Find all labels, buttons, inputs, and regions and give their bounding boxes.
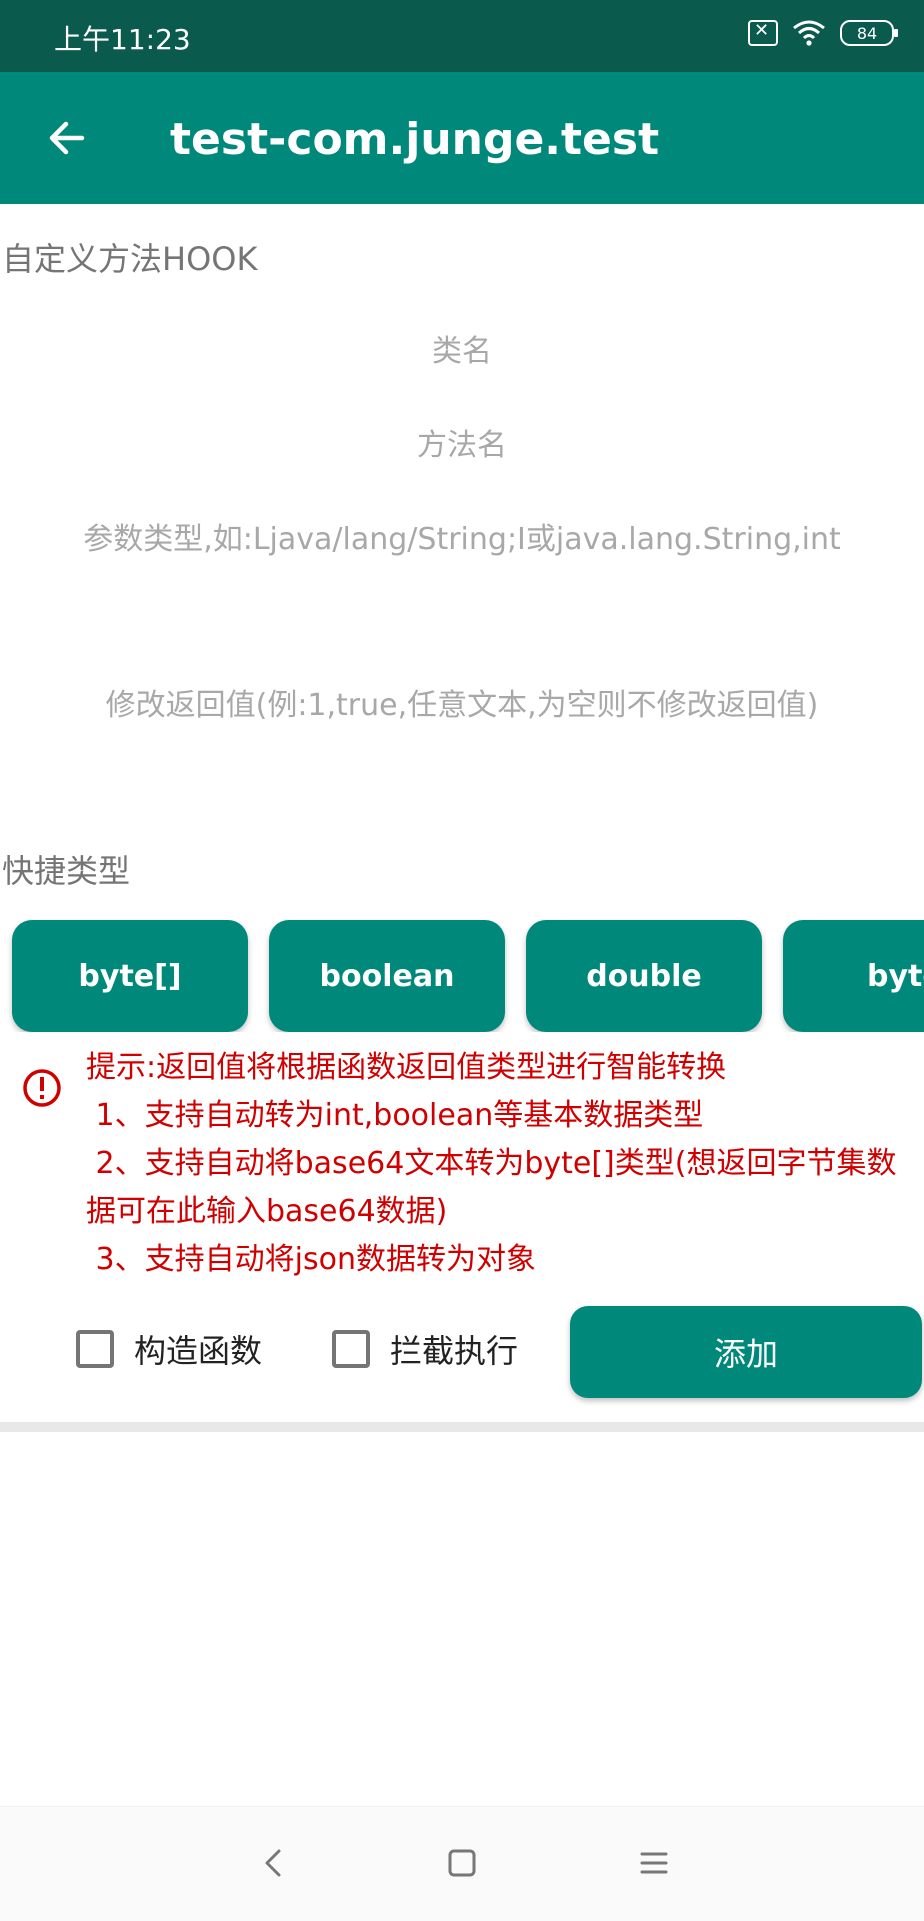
chip-boolean[interactable]: boolean xyxy=(269,920,505,1032)
wifi-icon xyxy=(793,20,825,46)
nav-back-icon[interactable] xyxy=(254,1843,294,1883)
hint-line-1: 提示:返回值将根据函数返回值类型进行智能转换 xyxy=(86,1050,727,1085)
warning-circle-icon xyxy=(23,1069,61,1107)
method-name-input[interactable]: 方法名 xyxy=(0,420,924,464)
chip-byte[interactable]: byte xyxy=(783,920,924,1032)
custom-hook-section-title: 自定义方法HOOK xyxy=(2,240,258,278)
nav-home-icon[interactable] xyxy=(442,1843,482,1883)
constructor-option[interactable]: 构造函数 xyxy=(76,1326,262,1372)
status-time: 上午11:23 xyxy=(54,23,191,56)
app-bar: test-com.junge.test xyxy=(0,72,924,204)
chip-double[interactable]: double xyxy=(526,920,762,1032)
intercept-option[interactable]: 拦截执行 xyxy=(332,1326,518,1372)
hint-line-3: 2、支持自动将base64文本转为byte[]类型(想返回字节集数据可在此输入b… xyxy=(86,1146,897,1229)
status-bar: 上午11:23 84 xyxy=(0,0,924,72)
intercept-checkbox[interactable] xyxy=(332,1330,370,1368)
nav-menu-icon[interactable] xyxy=(634,1843,674,1883)
no-sim-icon xyxy=(748,20,778,46)
divider xyxy=(0,1422,924,1432)
quick-types-section-title: 快捷类型 xyxy=(2,852,131,890)
add-button[interactable]: 添加 xyxy=(570,1306,922,1398)
battery-icon: 84 xyxy=(840,20,898,46)
page-title: test-com.junge.test xyxy=(170,114,660,165)
param-types-input[interactable]: 参数类型,如:Ljava/lang/String;I或java.lang.Str… xyxy=(0,514,924,558)
status-icons: 84 xyxy=(748,20,898,46)
class-name-input[interactable]: 类名 xyxy=(0,326,924,370)
back-arrow-icon[interactable] xyxy=(40,110,96,166)
hint-line-4: 3、支持自动将json数据转为对象 xyxy=(86,1242,536,1277)
hint-text: 提示:返回值将根据函数返回值类型进行智能转换 1、支持自动转为int,boole… xyxy=(86,1044,922,1284)
constructor-label: 构造函数 xyxy=(134,1332,263,1370)
constructor-checkbox[interactable] xyxy=(76,1330,114,1368)
return-value-input[interactable]: 修改返回值(例:1,true,任意文本,为空则不修改返回值) xyxy=(0,680,924,724)
chip-byte-array[interactable]: byte[] xyxy=(12,920,248,1032)
system-nav-bar xyxy=(0,1806,924,1921)
quick-type-chips: byte[] boolean double byte xyxy=(0,920,924,1032)
hint-line-2: 1、支持自动转为int,boolean等基本数据类型 xyxy=(86,1098,704,1133)
intercept-label: 拦截执行 xyxy=(390,1332,519,1370)
